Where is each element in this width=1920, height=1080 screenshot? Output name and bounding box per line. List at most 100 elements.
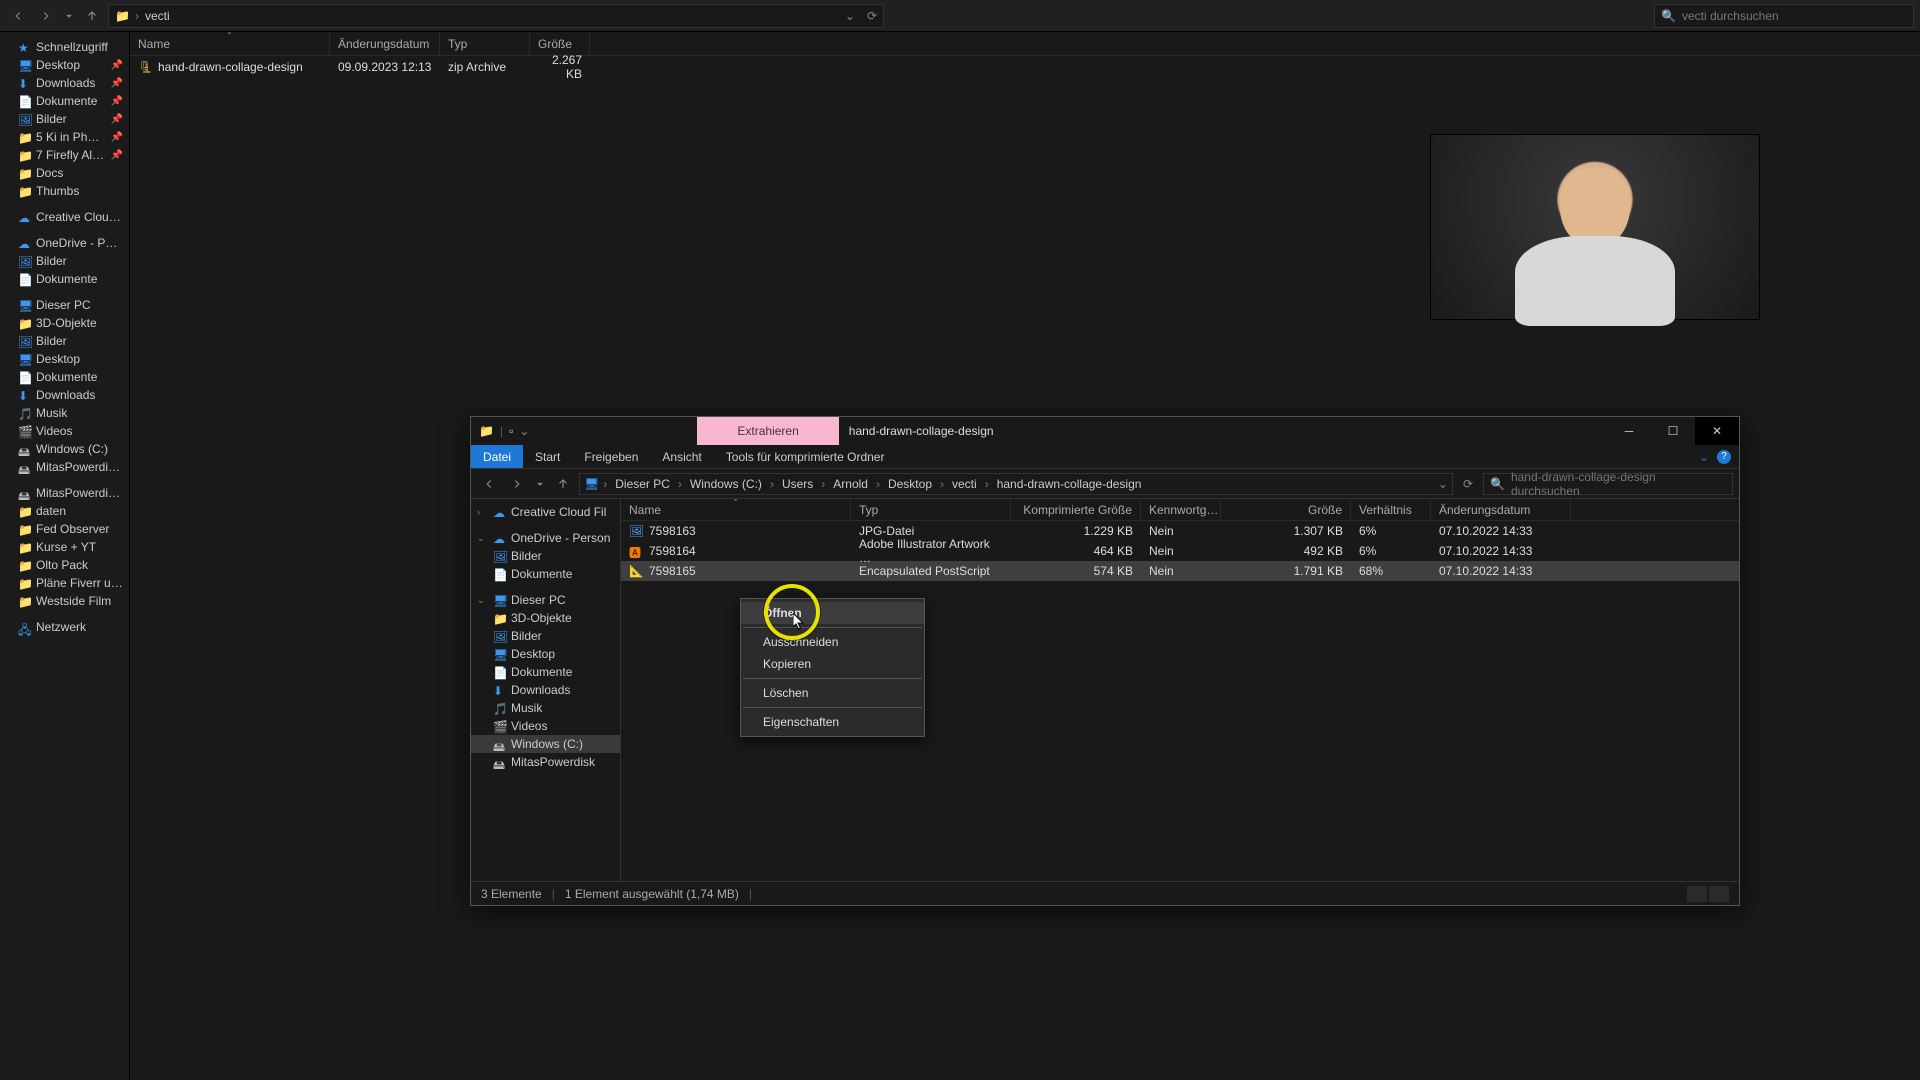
- icol-date[interactable]: Änderungsdatum: [1439, 503, 1530, 517]
- inner-sidebar-item-3d[interactable]: 📁3D-Objekte: [471, 609, 620, 627]
- sidebar-item-ccf[interactable]: ☁Creative Cloud Files: [0, 208, 129, 226]
- contextual-tab-extract[interactable]: Extrahieren: [697, 417, 838, 445]
- forward-button[interactable]: [34, 4, 58, 28]
- sidebar-item-docs2[interactable]: 📁Docs: [0, 164, 129, 182]
- sidebar-item-ff[interactable]: 📁7 Firefly Alternativen📌: [0, 146, 129, 164]
- inner-sidebar-item-dl[interactable]: ⬇Downloads: [471, 681, 620, 699]
- inner-column-headers[interactable]: Name⌃ Typ Komprimierte Größe Kennwortg… …: [621, 499, 1739, 521]
- inner-sidebar-item-g[interactable]: 🖴MitasPowerdisk: [471, 753, 620, 771]
- sidebar-item-od[interactable]: ☁OneDrive - Personal: [0, 234, 129, 252]
- zip-file-row[interactable]: 🅰7598164Adobe Illustrator Artwork …464 K…: [621, 541, 1739, 561]
- inner-sidebar-item-mus[interactable]: 🎵Musik: [471, 699, 620, 717]
- maximize-button[interactable]: ☐: [1651, 417, 1695, 445]
- ctx-delete[interactable]: Löschen: [741, 682, 924, 704]
- sidebar-item-c[interactable]: 🖴Windows (C:): [0, 440, 129, 458]
- sidebar-item-pics2[interactable]: 🖼Bilder: [0, 332, 129, 350]
- inner-refresh-icon[interactable]: ⟳: [1457, 477, 1479, 491]
- expand-icon[interactable]: ›: [477, 507, 480, 517]
- inner-sidebar-item-od[interactable]: ⌄☁OneDrive - Person: [471, 529, 620, 547]
- sidebar-item-docs[interactable]: 📄Dokumente📌: [0, 92, 129, 110]
- breadcrumb[interactable]: vecti: [948, 477, 981, 491]
- inner-sidebar-item-odd[interactable]: 📄Dokumente: [471, 565, 620, 583]
- sidebar-item-odd[interactable]: 📄Dokumente: [0, 270, 129, 288]
- ctx-cut[interactable]: Ausschneiden: [741, 631, 924, 653]
- inner-sidebar-item-docs[interactable]: 📄Dokumente: [471, 663, 620, 681]
- icol-type[interactable]: Typ: [859, 503, 878, 517]
- sidebar-item-olto[interactable]: 📁Olto Pack: [0, 556, 129, 574]
- up-button[interactable]: [80, 4, 104, 28]
- ctx-open[interactable]: Öffnen: [741, 602, 924, 624]
- inner-address-bar[interactable]: 🖥 › Dieser PC›Windows (C:)›Users›Arnold›…: [579, 473, 1453, 495]
- col-date[interactable]: Änderungsdatum: [338, 37, 429, 51]
- sidebar-item-ki[interactable]: 📁5 Ki in Photoshop B📌: [0, 128, 129, 146]
- tab-file[interactable]: Datei: [471, 445, 523, 468]
- ribbon-collapse-icon[interactable]: ⌄: [1699, 450, 1709, 464]
- view-thumbs-icon[interactable]: [1709, 886, 1729, 902]
- sidebar-item-docs3[interactable]: 📄Dokumente: [0, 368, 129, 386]
- inner-sidebar-item-pic[interactable]: 🖼Bilder: [471, 627, 620, 645]
- ribbon-tabs[interactable]: Datei Start Freigeben Ansicht Tools für …: [471, 445, 1739, 469]
- tab-view[interactable]: Ansicht: [650, 445, 713, 468]
- qat-btn[interactable]: ▫: [509, 424, 513, 438]
- inner-sidebar-item-pc[interactable]: ⌄🖥Dieser PC: [471, 591, 620, 609]
- inner-back-button[interactable]: [477, 472, 501, 496]
- inner-sidebar-item-c[interactable]: 🖴Windows (C:): [471, 735, 620, 753]
- help-icon[interactable]: ?: [1717, 450, 1731, 464]
- close-button[interactable]: ✕: [1695, 417, 1739, 445]
- icol-csize[interactable]: Komprimierte Größe: [1023, 503, 1132, 517]
- sidebar-item-kurse[interactable]: 📁Kurse + YT: [0, 538, 129, 556]
- tab-start[interactable]: Start: [523, 445, 572, 468]
- inner-search-box[interactable]: 🔍 hand-drawn-collage-design durchsuchen: [1483, 473, 1733, 495]
- sidebar-item-dl2[interactable]: ⬇Downloads: [0, 386, 129, 404]
- sidebar-item-desk[interactable]: 🖥Desktop📌: [0, 56, 129, 74]
- breadcrumb[interactable]: Desktop: [884, 477, 936, 491]
- breadcrumb[interactable]: Windows (C:): [686, 477, 766, 491]
- ctx-properties[interactable]: Eigenschaften: [741, 711, 924, 733]
- sidebar-item-g2[interactable]: 🖴MitasPowerdisk (G:): [0, 484, 129, 502]
- address-dropdown-icon[interactable]: ⌄: [1438, 477, 1448, 491]
- icol-name[interactable]: Name: [629, 503, 661, 517]
- sidebar-item-desk2[interactable]: 🖥Desktop: [0, 350, 129, 368]
- inner-sidebar-item-vid[interactable]: 🎬Videos: [471, 717, 620, 735]
- sidebar-item-thumbs[interactable]: 📁Thumbs: [0, 182, 129, 200]
- address-dropdown-icon[interactable]: ⌄: [845, 9, 855, 23]
- inner-sidebar-item-desk[interactable]: 🖥Desktop: [471, 645, 620, 663]
- col-type[interactable]: Typ: [448, 37, 467, 51]
- minimize-button[interactable]: ─: [1607, 417, 1651, 445]
- sidebar-item-odp[interactable]: 🖼Bilder: [0, 252, 129, 270]
- inner-forward-button[interactable]: [505, 472, 529, 496]
- qat-dropdown-icon[interactable]: ⌄: [519, 424, 529, 438]
- expand-icon[interactable]: ⌄: [477, 533, 485, 544]
- file-row[interactable]: 🗜hand-drawn-collage-design09.09.2023 12:…: [130, 56, 1920, 78]
- search-box[interactable]: 🔍 vecti durchsuchen: [1654, 4, 1914, 28]
- sidebar-item-g[interactable]: 🖴MitasPowerdisk (G:): [0, 458, 129, 476]
- breadcrumb[interactable]: Arnold: [829, 477, 872, 491]
- sidebar-item-vid[interactable]: 🎬Videos: [0, 422, 129, 440]
- col-name[interactable]: Name: [138, 37, 170, 51]
- sidebar-item-pics[interactable]: 🖼Bilder📌: [0, 110, 129, 128]
- inner-sidebar-item-odp[interactable]: 🖼Bilder: [471, 547, 620, 565]
- icol-ratio[interactable]: Verhältnis: [1359, 503, 1412, 517]
- tab-zip-tools[interactable]: Tools für komprimierte Ordner: [714, 445, 897, 468]
- sidebar-item-plane[interactable]: 📁Pläne Fiverr und egs: [0, 574, 129, 592]
- address-bar[interactable]: 📁 › vecti ⌄ ⟳: [108, 4, 884, 28]
- back-button[interactable]: [6, 4, 30, 28]
- recent-dropdown[interactable]: [62, 4, 76, 28]
- icol-pw[interactable]: Kennwortg…: [1149, 503, 1218, 517]
- sidebar-item-mus[interactable]: 🎵Musik: [0, 404, 129, 422]
- inner-up-button[interactable]: [551, 472, 575, 496]
- sidebar-item-daten[interactable]: 📁daten: [0, 502, 129, 520]
- breadcrumb[interactable]: hand-drawn-collage-design: [993, 477, 1146, 491]
- expand-icon[interactable]: ⌄: [477, 595, 485, 606]
- nav-pane[interactable]: ★Schnellzugriff🖥Desktop📌⬇Downloads📌📄Doku…: [0, 32, 130, 1080]
- breadcrumb[interactable]: Users: [778, 477, 817, 491]
- tab-share[interactable]: Freigeben: [572, 445, 650, 468]
- icol-size[interactable]: Größe: [1308, 503, 1342, 517]
- sidebar-item-dl[interactable]: ⬇Downloads📌: [0, 74, 129, 92]
- zip-file-row[interactable]: 📐7598165Encapsulated PostScript574 KBNei…: [621, 561, 1739, 581]
- sidebar-item-3d[interactable]: 📁3D-Objekte: [0, 314, 129, 332]
- inner-sidebar-item-ccf[interactable]: ›☁Creative Cloud Fil: [471, 503, 620, 521]
- view-details-icon[interactable]: [1687, 886, 1707, 902]
- col-size[interactable]: Größe: [538, 37, 572, 51]
- ctx-copy[interactable]: Kopieren: [741, 653, 924, 675]
